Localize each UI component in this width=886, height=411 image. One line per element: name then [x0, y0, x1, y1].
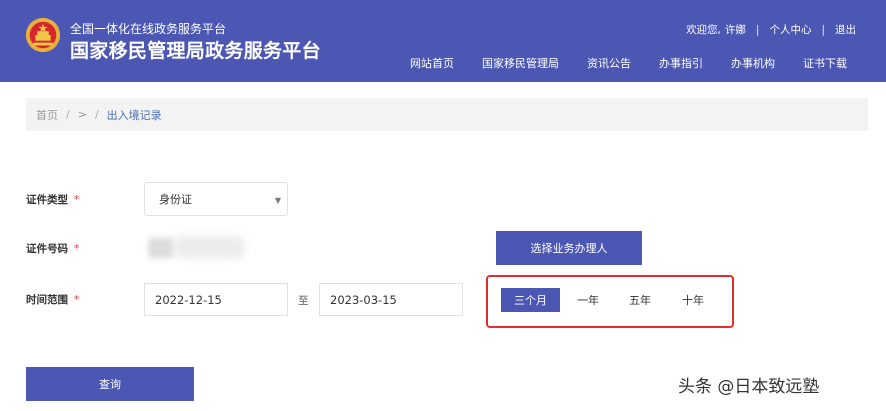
required-mark: *	[74, 294, 80, 306]
divider: |	[755, 23, 760, 36]
platform-title: 国家移民管理局政务服务平台	[70, 40, 321, 62]
end-date-input[interactable]: 2023-03-15	[319, 283, 463, 316]
breadcrumb-parent[interactable]: >	[78, 108, 87, 121]
divider: |	[821, 23, 825, 36]
breadcrumb: 首页 / > / 出入境记录	[26, 98, 868, 131]
id-type-label: 证件类型 *	[26, 192, 79, 207]
personal-center-link[interactable]: 个人中心	[769, 22, 811, 37]
logout-link[interactable]: 退出	[835, 22, 856, 37]
nav-item-home[interactable]: 网站首页	[410, 55, 454, 71]
nav-item-offices[interactable]: 办事机构	[731, 55, 775, 71]
id-type-select[interactable]: 身份证 ▼	[144, 182, 288, 216]
nav-item-nia[interactable]: 国家移民管理局	[482, 55, 559, 71]
range-five-years-button[interactable]: 五年	[622, 288, 658, 312]
redacted-id-blur	[148, 238, 174, 258]
nav-item-guide[interactable]: 办事指引	[659, 55, 703, 71]
redacted-id-blur	[174, 236, 244, 258]
id-type-label-text: 证件类型	[26, 194, 68, 206]
username[interactable]: 许娜	[725, 22, 746, 37]
breadcrumb-separator: /	[94, 108, 99, 121]
breadcrumb-home[interactable]: 首页	[36, 107, 58, 123]
id-type-value: 身份证	[159, 193, 192, 206]
welcome-text: 欢迎您,	[686, 24, 721, 36]
select-agent-button[interactable]: 选择业务办理人	[496, 231, 642, 265]
id-number-label-text: 证件号码	[26, 243, 68, 255]
nav-item-certificate-download[interactable]: 证书下载	[803, 55, 847, 71]
range-three-months-button[interactable]: 三个月	[501, 288, 560, 312]
required-mark: *	[74, 194, 80, 206]
range-ten-years-button[interactable]: 十年	[675, 288, 711, 312]
date-range-to: 至	[298, 295, 309, 307]
main-nav: 网站首页 国家移民管理局 资讯公告 办事指引 办事机构 证书下载	[410, 55, 847, 71]
platform-subtitle: 全国一体化在线政务服务平台	[70, 22, 227, 36]
national-emblem-icon	[25, 17, 61, 53]
id-number-label: 证件号码 *	[26, 241, 79, 256]
watermark: 头条 @日本致远塾	[678, 377, 820, 397]
time-range-label-text: 时间范围	[26, 294, 68, 306]
id-number-field[interactable]	[144, 232, 496, 264]
nav-item-news[interactable]: 资讯公告	[587, 55, 631, 71]
breadcrumb-current: 出入境记录	[106, 108, 162, 122]
site-header: 全国一体化在线政务服务平台 国家移民管理局政务服务平台 欢迎您, 许娜 | 个人…	[0, 0, 886, 82]
start-date-input[interactable]: 2022-12-15	[144, 283, 288, 316]
required-mark: *	[74, 243, 80, 255]
caret-down-icon: ▼	[274, 196, 281, 205]
query-button[interactable]: 查询	[26, 367, 194, 401]
time-range-label: 时间范围 *	[26, 292, 79, 307]
breadcrumb-separator: /	[66, 108, 70, 121]
range-one-year-button[interactable]: 一年	[570, 288, 606, 312]
user-bar: 欢迎您, 许娜 | 个人中心 | 退出	[686, 22, 856, 37]
